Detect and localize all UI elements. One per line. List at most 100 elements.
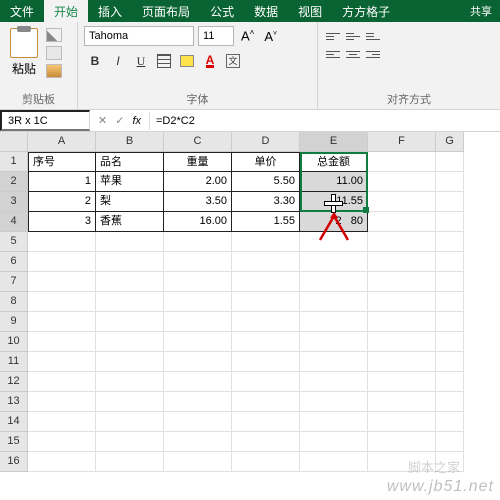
align-center-button[interactable] [344, 46, 362, 62]
cell-C1[interactable]: 重量 [164, 152, 232, 172]
cell-D5[interactable] [232, 232, 300, 252]
row-header-8[interactable]: 8 [0, 292, 28, 312]
cell-A6[interactable] [28, 252, 96, 272]
row-header-6[interactable]: 6 [0, 252, 28, 272]
cell-C11[interactable] [164, 352, 232, 372]
tab-file[interactable]: 文件 [0, 0, 44, 22]
cell-C15[interactable] [164, 432, 232, 452]
cell-B4[interactable]: 香蕉 [96, 212, 164, 232]
cell-D1[interactable]: 单价 [232, 152, 300, 172]
cell-B1[interactable]: 品名 [96, 152, 164, 172]
tab-insert[interactable]: 插入 [88, 0, 132, 22]
row-header-5[interactable]: 5 [0, 232, 28, 252]
cell-D11[interactable] [232, 352, 300, 372]
cell-D9[interactable] [232, 312, 300, 332]
cell-B6[interactable] [96, 252, 164, 272]
cell-G4[interactable] [436, 212, 464, 232]
cell-A8[interactable] [28, 292, 96, 312]
cell-E6[interactable] [300, 252, 368, 272]
col-header-B[interactable]: B [96, 132, 164, 152]
cell-E12[interactable] [300, 372, 368, 392]
row-header-11[interactable]: 11 [0, 352, 28, 372]
cell-G2[interactable] [436, 172, 464, 192]
align-right-button[interactable] [364, 46, 382, 62]
cell-F4[interactable] [368, 212, 436, 232]
cell-D7[interactable] [232, 272, 300, 292]
cell-G1[interactable] [436, 152, 464, 172]
cell-C8[interactable] [164, 292, 232, 312]
cell-E1[interactable]: 总金额 [300, 152, 368, 172]
col-header-E[interactable]: E [300, 132, 368, 152]
paste-button[interactable]: 粘贴 [6, 26, 42, 79]
col-header-F[interactable]: F [368, 132, 436, 152]
fx-icon[interactable]: fx [132, 115, 141, 127]
cell-B10[interactable] [96, 332, 164, 352]
row-header-13[interactable]: 13 [0, 392, 28, 412]
tab-formulas[interactable]: 公式 [200, 0, 244, 22]
cell-A16[interactable] [28, 452, 96, 472]
cell-G9[interactable] [436, 312, 464, 332]
cell-A2[interactable]: 1 [28, 172, 96, 192]
row-header-1[interactable]: 1 [0, 152, 28, 172]
cell-C7[interactable] [164, 272, 232, 292]
cell-F7[interactable] [368, 272, 436, 292]
cell-A1[interactable]: 序号 [28, 152, 96, 172]
cell-F1[interactable] [368, 152, 436, 172]
cell-B3[interactable]: 梨 [96, 192, 164, 212]
decrease-font-icon[interactable]: A˅ [261, 29, 280, 44]
col-header-A[interactable]: A [28, 132, 96, 152]
cell-A7[interactable] [28, 272, 96, 292]
cell-D4[interactable]: 1.55 [232, 212, 300, 232]
align-middle-button[interactable] [344, 28, 362, 44]
row-header-14[interactable]: 14 [0, 412, 28, 432]
cell-A13[interactable] [28, 392, 96, 412]
phonetic-button[interactable]: 文 [222, 50, 244, 72]
cell-C14[interactable] [164, 412, 232, 432]
row-header-4[interactable]: 4 [0, 212, 28, 232]
share-button[interactable]: 共享 [462, 0, 500, 22]
cell-D13[interactable] [232, 392, 300, 412]
cell-E7[interactable] [300, 272, 368, 292]
fill-color-button[interactable] [176, 50, 198, 72]
cell-E11[interactable] [300, 352, 368, 372]
italic-button[interactable]: I [107, 50, 129, 72]
tab-view[interactable]: 视图 [288, 0, 332, 22]
cell-A4[interactable]: 3 [28, 212, 96, 232]
cell-B7[interactable] [96, 272, 164, 292]
select-all-corner[interactable] [0, 132, 28, 152]
cell-B14[interactable] [96, 412, 164, 432]
cell-B12[interactable] [96, 372, 164, 392]
confirm-icon[interactable]: ✓ [115, 114, 124, 127]
cell-E8[interactable] [300, 292, 368, 312]
cell-C13[interactable] [164, 392, 232, 412]
tab-home[interactable]: 开始 [44, 0, 88, 22]
row-header-9[interactable]: 9 [0, 312, 28, 332]
increase-font-icon[interactable]: A˄ [238, 28, 257, 43]
cell-B2[interactable]: 苹果 [96, 172, 164, 192]
cell-E14[interactable] [300, 412, 368, 432]
cell-F14[interactable] [368, 412, 436, 432]
cell-B13[interactable] [96, 392, 164, 412]
cell-A15[interactable] [28, 432, 96, 452]
align-top-button[interactable] [324, 28, 342, 44]
cell-E10[interactable] [300, 332, 368, 352]
cell-A10[interactable] [28, 332, 96, 352]
cell-F5[interactable] [368, 232, 436, 252]
cell-D8[interactable] [232, 292, 300, 312]
row-header-3[interactable]: 3 [0, 192, 28, 212]
cell-A9[interactable] [28, 312, 96, 332]
format-painter-icon[interactable] [46, 64, 62, 78]
cell-G10[interactable] [436, 332, 464, 352]
font-color-button[interactable]: A [199, 50, 221, 72]
cell-F10[interactable] [368, 332, 436, 352]
cell-B5[interactable] [96, 232, 164, 252]
cell-G7[interactable] [436, 272, 464, 292]
cell-B8[interactable] [96, 292, 164, 312]
cell-A5[interactable] [28, 232, 96, 252]
cell-C12[interactable] [164, 372, 232, 392]
row-header-7[interactable]: 7 [0, 272, 28, 292]
row-header-2[interactable]: 2 [0, 172, 28, 192]
row-header-12[interactable]: 12 [0, 372, 28, 392]
cell-C2[interactable]: 2.00 [164, 172, 232, 192]
cell-F3[interactable] [368, 192, 436, 212]
